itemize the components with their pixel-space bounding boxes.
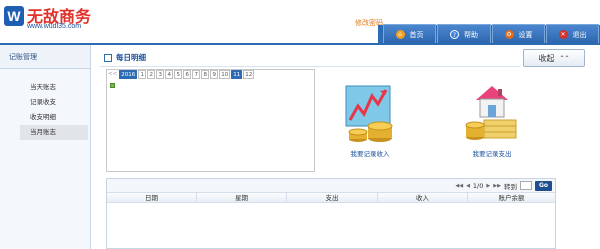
collapse-button[interactable]: 收起 ⌃⌃ (523, 49, 585, 67)
home-icon: ⌂ (395, 30, 405, 39)
calendar-month-9[interactable]: 9 (210, 70, 219, 79)
calendar-month-11[interactable]: 11 (231, 70, 243, 79)
calendar-month-row: << 2016 1 2 3 4 5 6 7 8 9 10 11 12 (107, 70, 255, 80)
record-income-label[interactable]: 我要记录收入 (338, 148, 402, 158)
column-header-balance[interactable]: 账户余额 (468, 193, 555, 202)
nav-tab-help[interactable]: ? 帮助 (437, 24, 491, 44)
prev-page-icon[interactable]: ◀ (466, 183, 470, 189)
jump-label: 转到 (503, 182, 517, 191)
sidebar-title: 记账管理 (0, 45, 90, 69)
calendar-month-4[interactable]: 4 (165, 70, 174, 79)
nav-tab-label: 退出 (572, 30, 587, 39)
settings-icon: ⚙ (504, 30, 514, 39)
column-header-income[interactable]: 收入 (378, 193, 468, 202)
sidebar-list: 当天账志 记录收支 收支明细 当月账志 (0, 80, 90, 140)
record-expense-label[interactable]: 我要记录支出 (460, 148, 524, 158)
nav-tab-settings[interactable]: ⚙ 设置 (492, 24, 545, 44)
list-icon (104, 53, 112, 62)
sidebar: 记账管理 当天账志 记录收支 收支明细 当月账志 (0, 45, 91, 249)
sidebar-item-today[interactable]: 当天账志 (20, 80, 88, 95)
calendar-month-3[interactable]: 3 (156, 70, 165, 79)
calendar-month-7[interactable]: 7 (192, 70, 201, 79)
nav-tab-home[interactable]: ⌂ 首页 (383, 24, 436, 44)
nav-tab-label: 设置 (518, 30, 533, 39)
calendar-month-1[interactable]: 1 (138, 70, 147, 79)
month-calendar: << 2016 1 2 3 4 5 6 7 8 9 10 11 12 (106, 69, 315, 172)
calendar-month-10[interactable]: 10 (219, 70, 231, 79)
calendar-marker-icon (110, 83, 115, 88)
calendar-month-2[interactable]: 2 (147, 70, 156, 79)
expense-house-icon (465, 86, 517, 140)
title-divider (100, 66, 520, 67)
income-chart-icon (345, 85, 393, 142)
header: W 无敌商务 www.wudi35.com 修改密码 ⌂ 首页 ? 帮助 ⚙ 设… (0, 0, 600, 45)
collapse-label: 收起 (538, 53, 555, 63)
calendar-month-12[interactable]: 12 (243, 70, 255, 79)
logo-icon: W (4, 6, 24, 26)
last-page-icon[interactable]: ▶▶ (493, 183, 501, 189)
calendar-month-6[interactable]: 6 (183, 70, 192, 79)
sidebar-item-month[interactable]: 当月账志 (20, 125, 88, 140)
records-table: ◀◀ ◀ 1/0 ▶ ▶▶ 转到 Go 日期 星期 支出 收入 账户余额 (106, 178, 556, 249)
record-expense-action[interactable]: 我要记录支出 (460, 80, 524, 158)
column-header-date[interactable]: 日期 (107, 193, 197, 202)
calendar-month-5[interactable]: 5 (174, 70, 183, 79)
prev-year-button[interactable]: << (107, 70, 119, 79)
column-header-expense[interactable]: 支出 (287, 193, 378, 202)
first-page-icon[interactable]: ◀◀ (455, 183, 463, 189)
sidebar-item-record[interactable]: 记录收支 (20, 95, 88, 110)
nav-tab-label: 帮助 (464, 30, 478, 39)
record-income-action[interactable]: 我要记录收入 (338, 82, 402, 158)
calendar-month-8[interactable]: 8 (201, 70, 210, 79)
sidebar-item-details[interactable]: 收支明细 (20, 110, 88, 125)
page-jump-input[interactable] (519, 181, 532, 190)
page-title-text: 每日明细 (116, 53, 146, 62)
nav-tab-label: 首页 (409, 30, 424, 39)
chevron-up-icon: ⌃⌃ (559, 54, 570, 62)
page-title: 每日明细 (104, 52, 146, 63)
calendar-year[interactable]: 2016 (119, 70, 138, 79)
exit-icon: ✕ (558, 30, 568, 39)
help-icon: ? (450, 30, 459, 39)
go-button[interactable]: Go (534, 180, 552, 191)
pager: ◀◀ ◀ 1/0 ▶ ▶▶ 转到 Go (107, 179, 555, 193)
column-header-weekday[interactable]: 星期 (197, 193, 287, 202)
nav-tab-exit[interactable]: ✕ 退出 (546, 24, 599, 44)
next-page-icon[interactable]: ▶ (486, 183, 490, 189)
page-info: 1/0 (472, 181, 484, 190)
logo-url: www.wudi35.com (27, 23, 82, 30)
table-header: 日期 星期 支出 收入 账户余额 (107, 193, 555, 203)
